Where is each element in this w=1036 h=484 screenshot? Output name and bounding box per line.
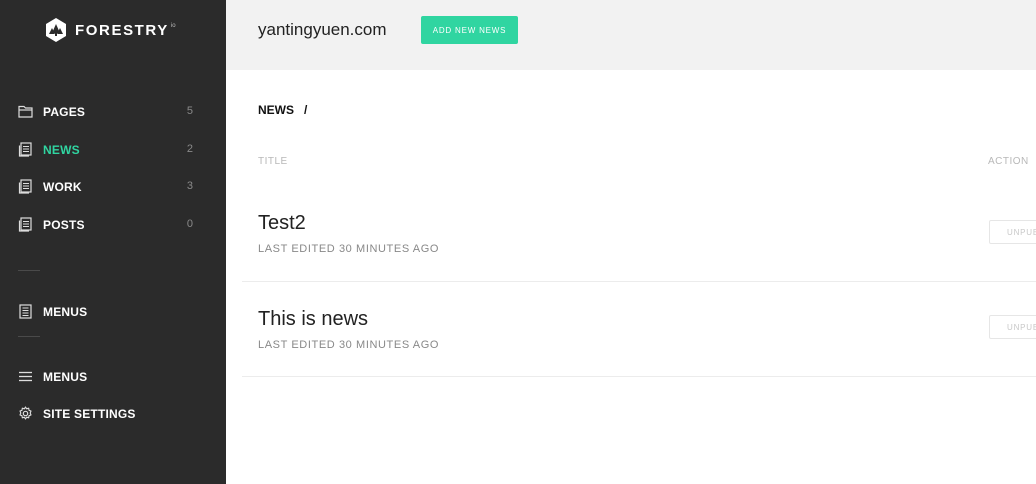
document-icon [18, 179, 32, 194]
unpublish-button[interactable]: UNPUBLISH [989, 315, 1036, 339]
breadcrumb: NEWS / [258, 103, 307, 117]
brand-name: FORESTRY [75, 21, 169, 39]
sidebar-item-work[interactable]: WORK 3 [0, 172, 226, 202]
forestry-logo[interactable]: FORESTRY io [45, 18, 176, 42]
list-document-icon [19, 304, 32, 319]
brand-suffix: io [170, 23, 176, 29]
sidebar-item-count: 3 [186, 180, 193, 192]
sidebar-item-menus[interactable]: MENUS [0, 362, 226, 392]
sidebar-item-site-settings[interactable]: SITE SETTINGS [0, 399, 226, 429]
row-subtitle: LAST EDITED 30 MINUTES AGO [258, 243, 440, 255]
row-divider [242, 281, 1036, 282]
sidebar-divider [18, 270, 40, 271]
row-title[interactable]: Test2 [258, 212, 306, 235]
column-header-title: TITLE [258, 156, 288, 167]
column-header-action: ACTION [988, 156, 1029, 167]
folder-icon [18, 105, 33, 118]
sidebar-item-count: 2 [186, 143, 193, 155]
sidebar-item-label: SITE SETTINGS [43, 407, 136, 421]
row-subtitle: LAST EDITED 30 MINUTES AGO [258, 339, 440, 351]
table-row: This is news LAST EDITED 30 MINUTES AGO … [242, 286, 1036, 376]
gear-icon [19, 406, 32, 420]
document-icon [18, 142, 32, 157]
unpublish-button[interactable]: UNPUBLISH [989, 220, 1036, 244]
sidebar-divider [18, 336, 40, 337]
breadcrumb-separator: / [304, 103, 308, 117]
sidebar-item-pages[interactable]: PAGES 5 [0, 97, 226, 127]
sidebar-item-count: 5 [186, 105, 193, 117]
forestry-logo-icon [46, 18, 66, 42]
add-new-news-button[interactable]: ADD NEW NEWS [421, 16, 518, 44]
document-icon [18, 217, 32, 232]
sidebar-item-label: PAGES [43, 105, 86, 119]
breadcrumb-section[interactable]: NEWS [258, 103, 294, 117]
sidebar-item-news[interactable]: NEWS 2 [0, 135, 226, 165]
sidebar-item-label: MENUS [43, 305, 88, 319]
sidebar-item-label: POSTS [43, 218, 85, 232]
sidebar-item-label: NEWS [43, 143, 80, 157]
sidebar-item-label: MENUS [43, 370, 88, 384]
sidebar-item-posts[interactable]: POSTS 0 [0, 210, 226, 240]
site-name: yantingyuen.com [258, 20, 387, 39]
sidebar-item-menus-content[interactable]: MENUS [0, 297, 226, 327]
sidebar-item-label: WORK [43, 180, 82, 194]
sidebar: FORESTRY io PAGES 5 NEWS 2 WORK 3 POSTS … [0, 0, 226, 484]
row-title[interactable]: This is news [258, 308, 368, 331]
row-divider [242, 376, 1036, 377]
hamburger-icon [19, 371, 32, 382]
top-bar: yantingyuen.com ADD NEW NEWS [226, 0, 1036, 70]
sidebar-item-count: 0 [186, 218, 193, 230]
table-row: Test2 LAST EDITED 30 MINUTES AGO UNPUBLI… [242, 190, 1036, 282]
